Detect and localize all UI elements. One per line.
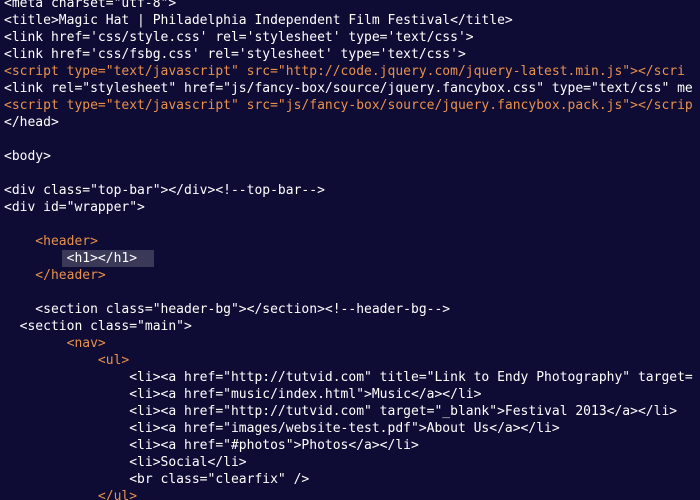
code-line-22: <ul> (4, 353, 130, 368)
code-line-10: <body> (4, 149, 51, 164)
code-line-12: <div class="top-bar"></div><!--top-bar--… (4, 183, 325, 198)
code-line-13: <div id="wrapper"> (4, 200, 145, 215)
code-line-15: <header> (4, 234, 98, 249)
code-line-2: <title>Magic Hat | Philadelphia Independ… (4, 13, 513, 28)
code-line-21: <nav> (4, 336, 106, 351)
code-line-16: <h1></h1> (4, 251, 138, 266)
code-line-28: <li>Social</li> (4, 455, 247, 470)
code-line-4: <link href='css/fsbg.css' rel='styleshee… (4, 47, 466, 62)
code-line-26: <li><a href="images/website-test.pdf">Ab… (4, 421, 560, 436)
code-editor[interactable]: <meta charset="utf-8"> <title>Magic Hat … (0, 0, 700, 500)
code-line-1: <meta charset="utf-8"> (4, 0, 177, 11)
code-line-24: <li><a href="music/index.html">Music</a>… (4, 387, 482, 402)
code-line-27: <li><a href="#photos">Photos</a></li> (4, 438, 419, 453)
code-line-8: </head> (4, 115, 59, 130)
code-line-20: <section class="main"> (4, 319, 192, 334)
code-line-5: <script type="text/javascript" src="http… (4, 64, 685, 79)
code-line-6: <link rel="stylesheet" href="js/fancy-bo… (4, 81, 693, 96)
code-line-19: <section class="header-bg"></section><!-… (4, 302, 451, 317)
code-line-7: <script type="text/javascript" src="js/f… (4, 98, 693, 113)
code-line-29: <br class="clearfix" /> (4, 472, 310, 487)
code-line-3: <link href='css/style.css' rel='styleshe… (4, 30, 474, 45)
code-line-23: <li><a href="http://tutvid.com" title="L… (4, 370, 693, 385)
code-line-25: <li><a href="http://tutvid.com" target="… (4, 404, 678, 419)
code-line-17: </header> (4, 268, 106, 283)
code-line-30: </ul> (4, 489, 138, 500)
